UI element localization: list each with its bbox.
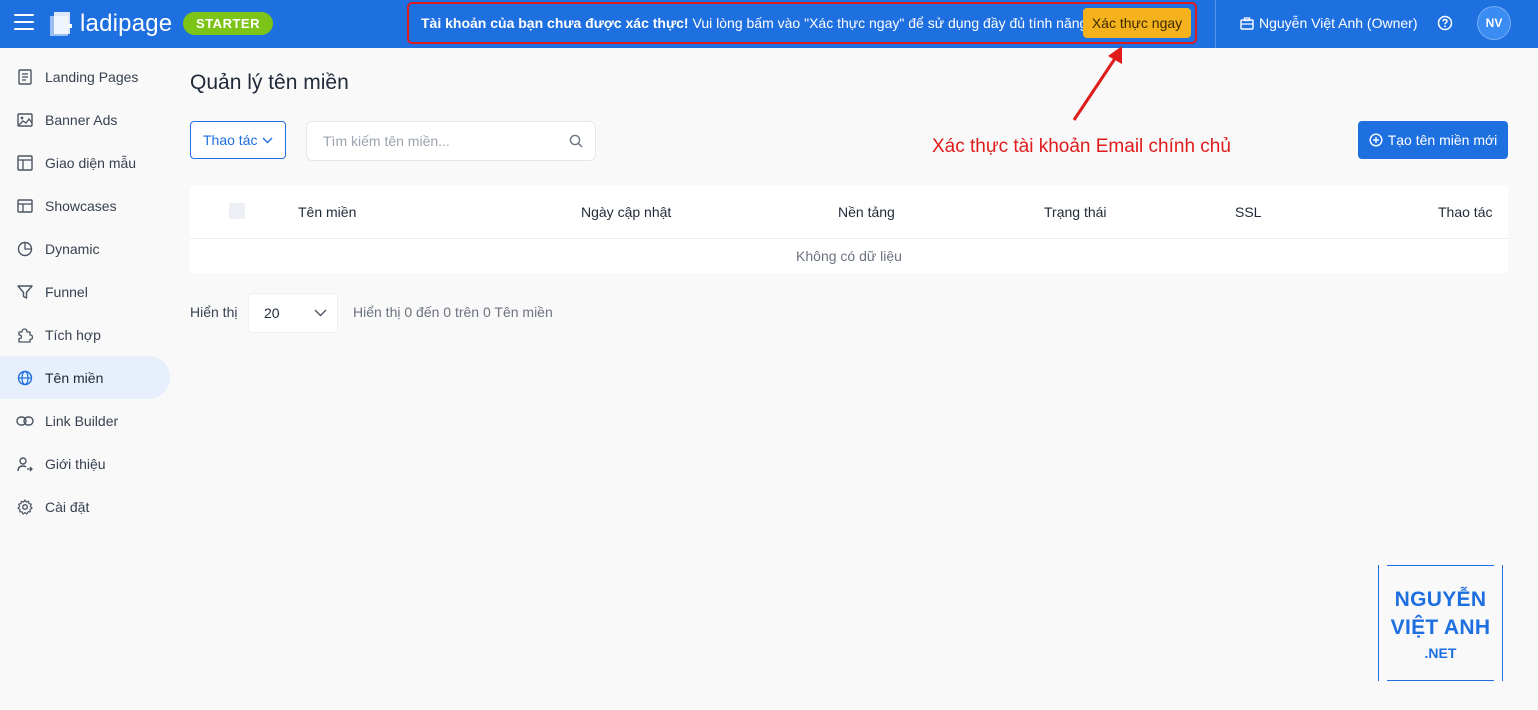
layout-icon (16, 197, 34, 215)
column-header-domain[interactable]: Tên miền (298, 204, 356, 220)
chevron-down-icon (314, 309, 327, 317)
sidebar-item-label: Link Builder (45, 412, 119, 429)
logo-text: ladipage (80, 10, 173, 37)
sidebar-item-label: Funnel (45, 283, 88, 300)
sidebar-item-referral[interactable]: Giới thiệu (0, 442, 170, 485)
funnel-icon (16, 283, 34, 301)
user-referral-icon (16, 455, 34, 473)
banner-text: Vui lòng bấm vào "Xác thực ngay" để sử d… (692, 15, 1092, 31)
sidebar-item-label: Tích hợp (45, 326, 101, 343)
column-header-actions: Thao tác (1438, 204, 1493, 220)
banner-bold-text: Tài khoản của bạn chưa được xác thực! (421, 15, 689, 31)
search-box (306, 121, 596, 161)
sidebar-item-label: Showcases (45, 197, 117, 214)
watermark-logo: NGUYỄN VIỆT ANH .NET (1378, 565, 1503, 681)
sidebar-item-label: Giao diện mẫu (45, 154, 137, 171)
plus-circle-icon (1369, 133, 1383, 147)
menu-icon[interactable] (14, 14, 34, 32)
page-size-select[interactable]: 20 (248, 293, 338, 333)
domain-search-input[interactable] (323, 122, 563, 160)
briefcase-icon (1240, 16, 1254, 30)
puzzle-icon (16, 326, 34, 344)
chevron-down-icon (262, 137, 273, 143)
sidebar-item-label: Giới thiệu (45, 455, 106, 472)
template-icon (16, 154, 34, 172)
actions-dropdown-label: Thao tác (203, 132, 258, 148)
gear-icon (16, 498, 34, 516)
watermark-line-3: .NET (1424, 644, 1457, 661)
globe-icon (16, 369, 34, 387)
domains-table: Tên miền Ngày cập nhật Nền tảng Trạng th… (190, 185, 1508, 273)
sidebar-item-integrations[interactable]: Tích hợp (0, 313, 170, 356)
select-all-checkbox[interactable] (229, 203, 245, 219)
link-icon (16, 412, 34, 430)
column-header-status[interactable]: Trạng thái (1044, 204, 1107, 220)
sidebar-item-dynamic[interactable]: Dynamic (0, 227, 170, 270)
pie-chart-icon (16, 240, 34, 258)
sidebar-item-banner-ads[interactable]: Banner Ads (0, 98, 170, 141)
ladipage-logo[interactable]: ladipage (48, 8, 172, 40)
column-header-platform[interactable]: Nền tảng (838, 204, 895, 220)
sidebar-item-label: Dynamic (45, 240, 100, 257)
sidebar-item-settings[interactable]: Cài đặt (0, 485, 170, 528)
sidebar-item-label: Cài đặt (45, 498, 90, 515)
sidebar-item-templates[interactable]: Giao diện mẫu (0, 141, 170, 184)
table-header: Tên miền Ngày cập nhật Nền tảng Trạng th… (190, 185, 1508, 239)
document-icon (16, 68, 34, 86)
sidebar-item-label: Tên miền (45, 369, 104, 386)
plan-badge: STARTER (183, 12, 273, 35)
page-size-label: Hiển thị (190, 304, 238, 320)
search-icon[interactable] (569, 134, 583, 148)
image-icon (16, 111, 34, 129)
sidebar: Landing Pages Banner Ads Giao diện mẫu S… (0, 48, 176, 710)
help-icon[interactable] (1437, 15, 1453, 31)
annotation-text: Xác thực tài khoản Email chính chủ (932, 136, 1231, 157)
sidebar-item-funnel[interactable]: Funnel (0, 270, 170, 313)
page-title: Quản lý tên miền (190, 71, 349, 94)
column-header-updated[interactable]: Ngày cập nhật (581, 204, 671, 220)
sidebar-item-landing-pages[interactable]: Landing Pages (0, 55, 170, 98)
top-bar: ladipage STARTER Tài khoản của bạn chưa … (0, 0, 1538, 48)
sidebar-item-label: Banner Ads (45, 111, 118, 128)
pagination-info: Hiển thị 0 đến 0 trên 0 Tên miền (353, 304, 553, 320)
watermark-line-2: VIỆT ANH (1390, 615, 1491, 639)
actions-dropdown[interactable]: Thao tác (190, 121, 286, 159)
page-size-value: 20 (264, 305, 280, 321)
verify-now-button[interactable]: Xác thực ngay (1083, 8, 1191, 38)
sidebar-item-label: Landing Pages (45, 68, 139, 85)
watermark-line-1: NGUYỄN (1394, 587, 1487, 611)
sidebar-item-domains[interactable]: Tên miền (0, 356, 170, 399)
create-domain-button[interactable]: Tạo tên miền mới (1358, 121, 1508, 159)
owner-account[interactable]: Nguyễn Việt Anh (Owner) (1240, 15, 1418, 31)
create-domain-label: Tạo tên miền mới (1387, 132, 1498, 148)
verification-banner: Tài khoản của bạn chưa được xác thực! Vu… (407, 2, 1197, 44)
column-header-ssl[interactable]: SSL (1235, 204, 1261, 220)
logo-mark-icon (50, 12, 72, 36)
empty-state-text: Không có dữ liệu (796, 248, 902, 264)
topbar-divider (1215, 0, 1216, 48)
owner-name: Nguyễn Việt Anh (Owner) (1259, 15, 1418, 31)
sidebar-item-showcases[interactable]: Showcases (0, 184, 170, 227)
user-avatar[interactable]: NV (1477, 6, 1511, 40)
annotation-arrow-icon (1072, 46, 1122, 121)
sidebar-item-link-builder[interactable]: Link Builder (0, 399, 170, 442)
